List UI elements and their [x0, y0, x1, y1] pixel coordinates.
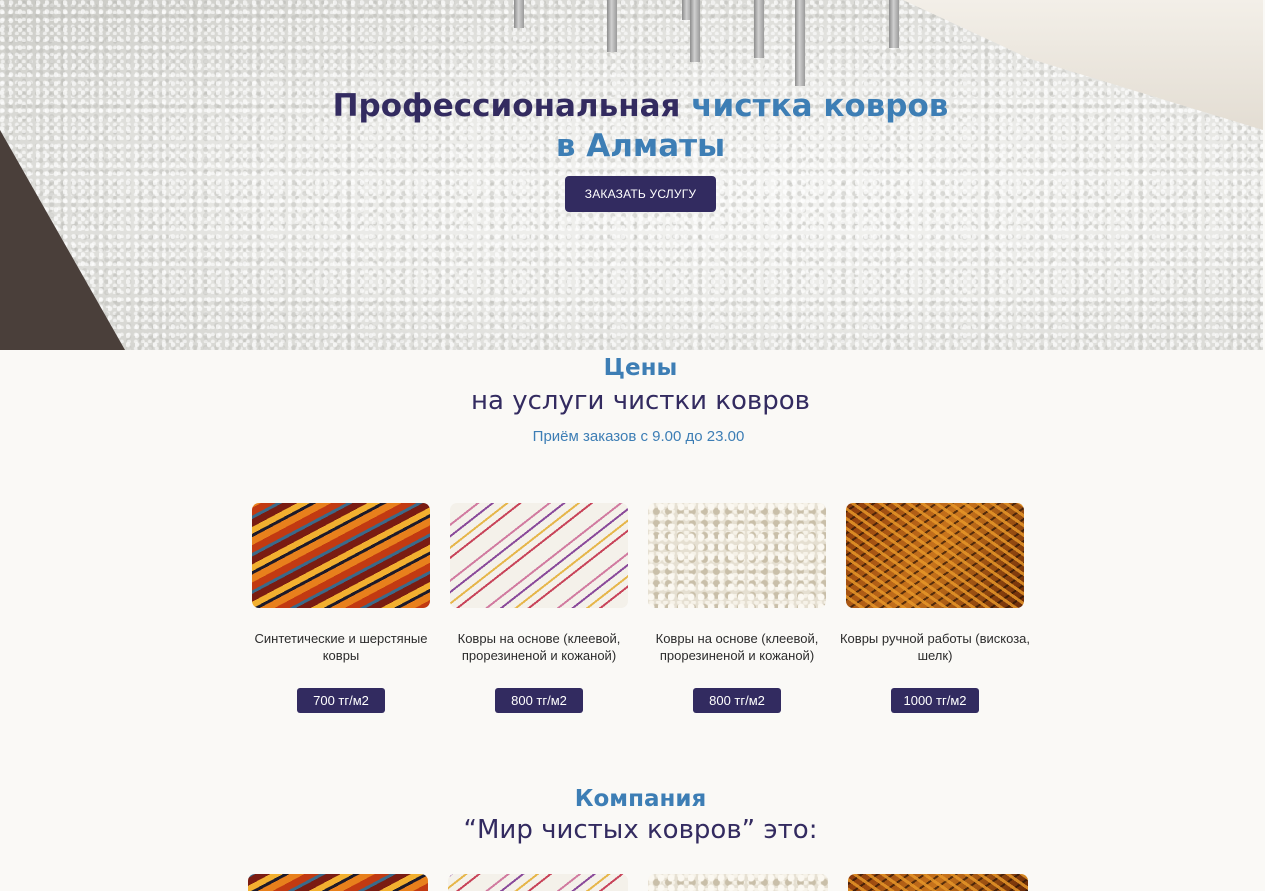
white-striped-carpet-image	[450, 503, 628, 608]
prices-title: на услуги чистки ковров	[471, 386, 810, 416]
hero-title: Профессиональная чистка ковров в Алматы	[0, 86, 1263, 166]
chair-leg	[795, 0, 805, 86]
company-title-accent: Компания	[574, 786, 707, 812]
hero-title-dark: Профессиональная	[332, 88, 681, 124]
price-card: Ковры на основе (клеевой, прорезиненой и…	[648, 503, 826, 713]
hero-title-city: в Алматы	[555, 128, 726, 164]
order-hours: Приём заказов с 9.00 до 23.00	[532, 428, 745, 445]
price-card: Ковры ручной работы (вискоза, шелк) 1000…	[840, 503, 1030, 713]
price-card-name: Ковры ручной работы (вискоза, шелк)	[839, 631, 1030, 663]
price-badge: 700 тг/м2	[297, 688, 385, 713]
price-card-name: Ковры на основе (клеевой, прорезиненой и…	[457, 631, 621, 663]
chair-leg	[514, 0, 524, 28]
chair-leg	[754, 0, 764, 58]
chair-leg	[607, 0, 617, 52]
prices-title-accent: Цены	[603, 355, 678, 381]
price-badge: 800 тг/м2	[495, 688, 583, 713]
price-badge: 800 тг/м2	[693, 688, 781, 713]
price-card-name: Синтетические и шерстяные ковры	[254, 631, 428, 663]
white-striped-carpet-image	[448, 874, 628, 891]
order-service-button[interactable]: ЗАКАЗАТЬ УСЛУГУ	[565, 176, 716, 212]
gold-silk-carpet-image	[846, 503, 1024, 608]
gold-silk-carpet-image	[848, 874, 1028, 891]
price-card-name: Ковры на основе (клеевой, прорезиненой и…	[655, 631, 819, 663]
chair-leg	[889, 0, 899, 48]
white-shaggy-carpet-image	[648, 503, 826, 608]
chair-leg	[690, 0, 700, 62]
striped-kilim-carpet-image	[248, 874, 428, 891]
price-card: Ковры на основе (клеевой, прорезиненой и…	[450, 503, 628, 713]
striped-kilim-carpet-image	[252, 503, 430, 608]
price-card: Синтетические и шерстяные ковры 700 тг/м…	[252, 503, 430, 713]
white-shaggy-carpet-image	[648, 874, 828, 891]
hero-title-light: чистка ковров	[691, 88, 949, 124]
company-title: “Мир чистых ковров” это:	[463, 815, 818, 845]
price-badge: 1000 тг/м2	[891, 688, 979, 713]
hero-section: Профессиональная чистка ковров в Алматы …	[0, 0, 1263, 350]
